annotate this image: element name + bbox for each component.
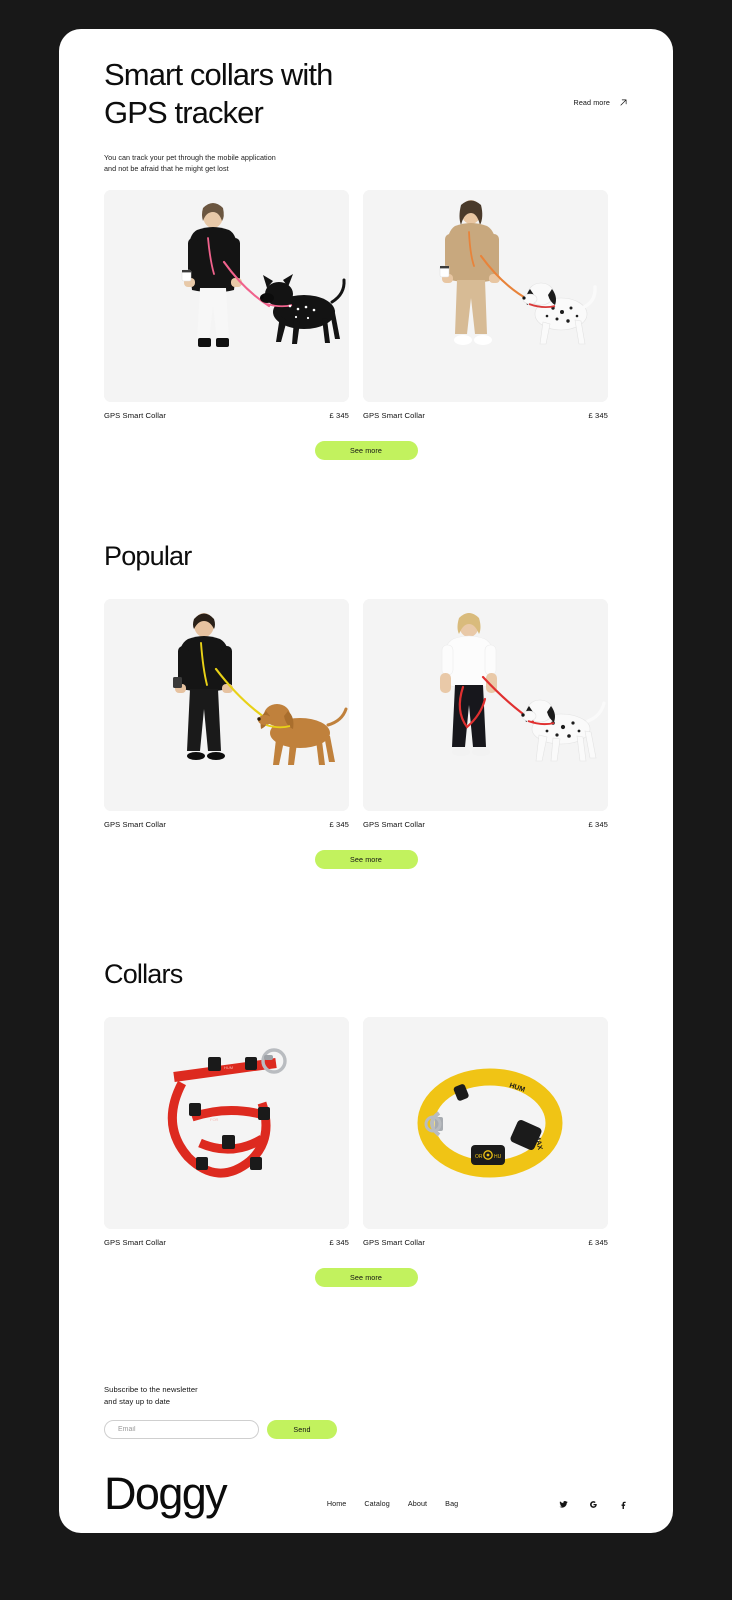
product-card[interactable]: HUM MAX OR HU GPS Smart Collar £ 345 [363, 1017, 608, 1247]
svg-text:OR: OR [475, 1154, 483, 1160]
send-button[interactable]: Send [267, 1420, 337, 1439]
product-name: GPS Smart Collar [363, 411, 425, 420]
section-title-collars: Collars [104, 959, 183, 989]
product-image-yellow-dog-collar: HUM MAX OR HU [363, 1017, 608, 1229]
product-price: £ 345 [588, 820, 608, 829]
product-image-red-dog-harness: HUM FOR [104, 1017, 349, 1229]
email-field[interactable] [104, 1420, 259, 1439]
product-card[interactable]: GPS Smart Collar £ 345 [363, 190, 608, 420]
footer-link-home[interactable]: Home [327, 1499, 347, 1508]
product-card[interactable]: GPS Smart Collar £ 345 [104, 190, 349, 420]
twitter-icon[interactable] [559, 1500, 568, 1509]
see-more-row: See more [104, 850, 628, 869]
section-popular: Popular GPS Smart Collar £ 345 GPS Smart… [104, 540, 628, 869]
newsletter-heading-line-2: and stay up to date [104, 1396, 171, 1406]
product-meta: GPS Smart Collar £ 345 [104, 411, 349, 420]
svg-text:HU: HU [494, 1154, 502, 1160]
app-page-card: Smart collars with GPS tracker You can t… [59, 29, 673, 1533]
newsletter-section: Subscribe to the newsletter and stay up … [104, 1384, 628, 1439]
product-meta: GPS Smart Collar £ 345 [363, 1238, 608, 1247]
newsletter-heading: Subscribe to the newsletter and stay up … [104, 1384, 628, 1407]
read-more-link[interactable]: Read more [574, 98, 628, 107]
product-meta: GPS Smart Collar £ 345 [104, 1238, 349, 1247]
hero-subtitle-line-2: and not be afraid that he might get lost [104, 164, 229, 173]
product-name: GPS Smart Collar [363, 1238, 425, 1247]
hero-subtitle-line-1: You can track your pet through the mobil… [104, 153, 276, 162]
hero-subtitle: You can track your pet through the mobil… [104, 152, 628, 174]
see-more-row: See more [104, 1268, 628, 1287]
product-image-woman-white-tee-with-dalmatian [363, 599, 608, 811]
page-title: Smart collars with GPS tracker [104, 56, 434, 132]
product-price: £ 345 [588, 1238, 608, 1247]
arrow-up-right-icon [620, 99, 627, 106]
section-collars: Collars HUM FOR GPS Smart Collar £ 345 H… [104, 958, 628, 1287]
hero-title-line-2: GPS tracker [104, 95, 264, 130]
newsletter-form: Send [104, 1420, 628, 1439]
product-name: GPS Smart Collar [363, 820, 425, 829]
see-more-button[interactable]: See more [314, 1268, 418, 1287]
product-price: £ 345 [329, 820, 349, 829]
product-price: £ 345 [329, 411, 349, 420]
social-links [559, 1500, 628, 1509]
product-price: £ 345 [329, 1238, 349, 1247]
newsletter-heading-line-1: Subscribe to the newsletter [104, 1385, 198, 1394]
see-more-button[interactable]: See more [314, 850, 418, 869]
read-more-label: Read more [573, 98, 610, 107]
product-image-man-black-outfit-with-vizsla-dog [104, 599, 349, 811]
hero-title-line-1: Smart collars with [104, 57, 333, 92]
product-card[interactable]: GPS Smart Collar £ 345 [363, 599, 608, 829]
product-card[interactable]: GPS Smart Collar £ 345 [104, 599, 349, 829]
product-grid: GPS Smart Collar £ 345 GPS Smart Collar … [104, 190, 628, 420]
footer-nav: Home Catalog About Bag [327, 1499, 458, 1508]
footer-link-catalog[interactable]: Catalog [364, 1499, 389, 1508]
product-price: £ 345 [588, 411, 608, 420]
product-card[interactable]: HUM FOR GPS Smart Collar £ 345 [104, 1017, 349, 1247]
product-grid: HUM FOR GPS Smart Collar £ 345 HUM MAX O… [104, 1017, 628, 1247]
footer: Doggy Home Catalog About Bag [104, 1471, 628, 1517]
product-meta: GPS Smart Collar £ 345 [104, 820, 349, 829]
product-name: GPS Smart Collar [104, 1238, 166, 1247]
facebook-icon[interactable] [619, 1500, 628, 1509]
footer-link-about[interactable]: About [408, 1499, 427, 1508]
product-meta: GPS Smart Collar £ 345 [363, 820, 608, 829]
see-more-row: See more [104, 441, 628, 460]
see-more-button[interactable]: See more [314, 441, 418, 460]
product-name: GPS Smart Collar [104, 820, 166, 829]
brand-logo: Doggy [104, 1468, 228, 1519]
product-grid: GPS Smart Collar £ 345 GPS Smart Collar … [104, 599, 628, 829]
section-title-popular: Popular [104, 541, 192, 571]
product-image-woman-black-sweater-with-black-dog [104, 190, 349, 402]
google-icon[interactable] [589, 1500, 598, 1509]
product-name: GPS Smart Collar [104, 411, 166, 420]
svg-text:FOR: FOR [210, 1117, 219, 1122]
hero-section: Smart collars with GPS tracker You can t… [104, 56, 628, 174]
footer-link-bag[interactable]: Bag [445, 1499, 458, 1508]
svg-text:HUM: HUM [224, 1065, 233, 1070]
section-smart-collars: GPS Smart Collar £ 345 GPS Smart Collar … [104, 190, 628, 460]
product-image-woman-beige-outfit-with-dalmatian [363, 190, 608, 402]
product-meta: GPS Smart Collar £ 345 [363, 411, 608, 420]
